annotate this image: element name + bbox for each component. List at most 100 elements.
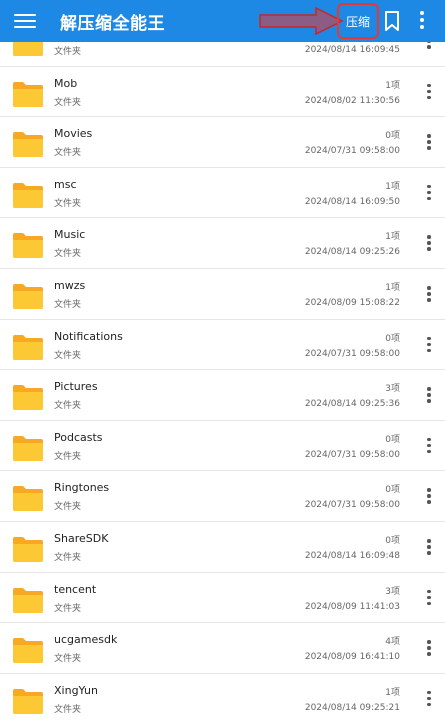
item-count: 3项 — [385, 384, 400, 395]
item-count: 1项 — [385, 80, 400, 91]
compress-label: 压缩 — [345, 14, 370, 29]
folder-icon — [13, 132, 43, 158]
item-count: 0项 — [385, 485, 400, 496]
file-row[interactable]: tencent 文件夹 3项 2024/08/09 11:41:03 — [0, 573, 445, 624]
folder-icon — [13, 537, 43, 562]
annotation-arrow-icon — [259, 6, 344, 36]
file-row[interactable]: Mob 文件夹 1项 2024/08/02 11:30:56 — [0, 67, 445, 118]
modified-date: 2024/08/14 16:09:48 — [304, 551, 400, 561]
item-count: 0项 — [385, 131, 400, 142]
file-row[interactable]: mwzs 文件夹 1项 2024/08/09 15:08:22 — [0, 269, 445, 320]
file-row[interactable]: 文件夹 2024/08/14 16:09:45 — [0, 42, 445, 67]
row-more-icon[interactable] — [424, 235, 434, 253]
modified-date: 2024/08/09 16:41:10 — [304, 652, 400, 663]
folder-icon — [13, 486, 43, 512]
app-title: 解压缩全能王 — [60, 14, 165, 34]
file-type: 文件夹 — [54, 451, 82, 462]
row-more-icon[interactable] — [424, 640, 434, 658]
modified-date: 2024/07/31 09:58:00 — [304, 449, 400, 460]
modified-date: 2024/08/14 09:25:36 — [304, 399, 400, 410]
modified-date: 2024/07/31 09:58:00 — [304, 146, 400, 157]
file-type: 文件夹 — [54, 97, 82, 108]
row-more-icon[interactable] — [424, 488, 434, 506]
modified-date: 2024/08/14 16:09:50 — [304, 196, 400, 207]
hamburger-menu-icon[interactable] — [14, 11, 36, 31]
folder-icon — [13, 435, 43, 461]
file-name: ShareSDK — [54, 532, 109, 545]
row-more-icon[interactable] — [424, 286, 434, 304]
file-name: msc — [54, 177, 77, 191]
more-vertical-icon[interactable] — [416, 11, 428, 31]
file-name: Notifications — [54, 329, 123, 343]
file-name: XingYun — [54, 683, 98, 697]
file-row[interactable]: Pictures 文件夹 3项 2024/08/14 09:25:36 — [0, 370, 445, 421]
modified-date: 2024/08/14 09:25:26 — [304, 247, 400, 258]
modified-date: 2024/08/14 09:25:21 — [304, 702, 400, 713]
file-row[interactable]: Ringtones 文件夹 0项 2024/07/31 09:58:00 — [0, 471, 445, 522]
folder-icon — [13, 334, 43, 360]
file-name: Pictures — [54, 380, 98, 394]
folder-icon — [13, 81, 43, 107]
file-type: 文件夹 — [54, 603, 82, 614]
folder-icon — [13, 385, 43, 411]
compress-button[interactable]: 压缩 — [337, 3, 379, 39]
file-type: 文件夹 — [54, 401, 82, 412]
modified-date: 2024/07/31 09:58:00 — [304, 500, 400, 511]
row-more-icon[interactable] — [424, 539, 434, 557]
app-bar: 解压缩全能王 压缩 — [0, 0, 445, 42]
file-name: mwzs — [54, 279, 86, 292]
item-count: 1项 — [385, 181, 400, 192]
file-name: Mob — [54, 76, 78, 90]
file-row[interactable]: msc 文件夹 1项 2024/08/14 16:09:50 — [0, 168, 445, 219]
file-list: 文件夹 2024/08/14 16:09:45 Mob 文件夹 1项 2024/… — [0, 42, 445, 720]
file-row[interactable]: ShareSDK 文件夹 0项 2024/08/14 16:09:48 — [0, 522, 445, 573]
row-more-icon[interactable] — [424, 83, 434, 102]
row-more-icon[interactable] — [424, 589, 434, 608]
row-more-icon[interactable] — [424, 42, 434, 51]
item-count: 1项 — [385, 232, 400, 243]
modified-date: 2024/08/09 11:41:03 — [304, 601, 400, 612]
row-more-icon[interactable] — [424, 134, 434, 152]
item-count: 1项 — [385, 687, 400, 698]
bookmark-icon[interactable] — [383, 10, 401, 32]
folder-icon — [13, 233, 43, 259]
row-more-icon[interactable] — [424, 336, 434, 355]
folder-icon — [13, 688, 43, 714]
file-row[interactable]: XingYun 文件夹 1项 2024/08/14 09:25:21 — [0, 674, 445, 720]
folder-icon — [13, 42, 43, 56]
file-row[interactable]: Notifications 文件夹 0项 2024/07/31 09:58:00 — [0, 320, 445, 371]
folder-icon — [13, 182, 43, 208]
modified-date: 2024/08/14 16:09:45 — [304, 45, 400, 55]
modified-date: 2024/08/09 15:08:22 — [304, 298, 400, 308]
file-type: 文件夹 — [54, 300, 82, 310]
folder-icon — [13, 284, 43, 309]
folder-icon — [13, 587, 43, 613]
file-row[interactable]: ucgamesdk 文件夹 4项 2024/08/09 16:41:10 — [0, 623, 445, 674]
file-name: tencent — [54, 582, 97, 596]
file-row[interactable]: Music 文件夹 1项 2024/08/14 09:25:26 — [0, 218, 445, 269]
file-type: 文件夹 — [54, 553, 82, 563]
modified-date: 2024/07/31 09:58:00 — [304, 348, 400, 359]
file-row[interactable]: Podcasts 文件夹 0项 2024/07/31 09:58:00 — [0, 421, 445, 472]
item-count: 0项 — [385, 536, 400, 546]
file-name: Music — [54, 228, 86, 242]
file-type: 文件夹 — [54, 148, 82, 159]
folder-icon — [13, 638, 43, 664]
row-more-icon[interactable] — [424, 690, 434, 709]
file-row[interactable]: Movies 文件夹 0项 2024/07/31 09:58:00 — [0, 117, 445, 168]
file-type: 文件夹 — [54, 47, 82, 57]
item-count: 0项 — [385, 434, 400, 445]
file-name: Ringtones — [54, 481, 110, 495]
file-type: 文件夹 — [54, 704, 82, 715]
item-count: 1项 — [385, 283, 400, 293]
row-more-icon[interactable] — [424, 387, 434, 405]
row-more-icon[interactable] — [424, 184, 434, 203]
file-name: Podcasts — [54, 430, 103, 444]
file-type: 文件夹 — [54, 502, 82, 513]
file-type: 文件夹 — [54, 198, 82, 209]
row-more-icon[interactable] — [424, 437, 434, 456]
file-name: Movies — [54, 127, 93, 141]
item-count: 0项 — [385, 333, 400, 344]
file-type: 文件夹 — [54, 654, 82, 665]
file-type: 文件夹 — [54, 350, 82, 361]
